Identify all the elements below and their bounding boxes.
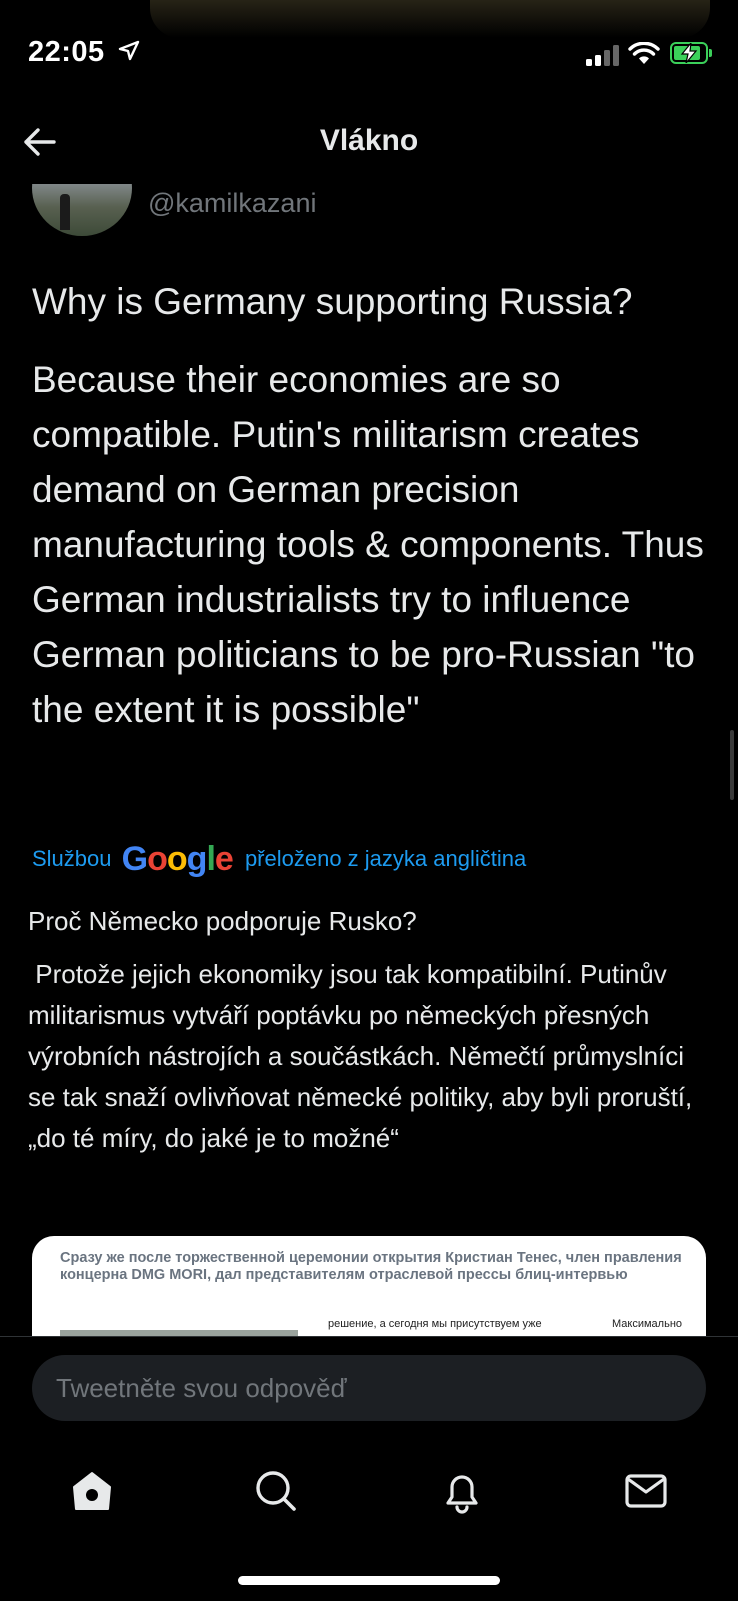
messages-icon[interactable] xyxy=(618,1463,674,1519)
reply-input[interactable] xyxy=(32,1355,706,1421)
nav-header: Vlákno xyxy=(0,100,738,184)
translation-suffix: přeloženo z jazyka angličtina xyxy=(244,846,527,871)
google-logo: Google xyxy=(121,840,234,878)
translation-prefix: Službou xyxy=(32,846,112,871)
bottom-panel xyxy=(0,1336,738,1601)
notification-glow xyxy=(150,0,710,38)
scroll-indicator xyxy=(730,730,734,800)
status-bar: 22:05 xyxy=(0,0,738,100)
notifications-icon[interactable] xyxy=(434,1463,490,1519)
translated-body: Protože jejich ekonomiky jsou tak kompat… xyxy=(28,959,700,1153)
battery-charging-icon xyxy=(670,42,714,66)
tweet-media-image[interactable]: Сразу же после торжественной церемонии о… xyxy=(32,1236,706,1336)
home-icon[interactable] xyxy=(64,1463,120,1519)
translated-question: Proč Německo podporuje Rusko? xyxy=(28,906,417,936)
translation-attribution[interactable]: Službou Google přeloženo z jazyka anglič… xyxy=(32,840,526,879)
media-headline: Сразу же после торжественной церемонии о… xyxy=(60,1250,682,1283)
media-column-text: решение, а сегодня мы присутствуем уже xyxy=(328,1318,542,1330)
status-time: 22:05 xyxy=(28,36,105,68)
tweet-question: Why is Germany supporting Russia? xyxy=(32,281,633,322)
home-indicator[interactable] xyxy=(238,1576,500,1585)
wifi-icon xyxy=(628,42,660,64)
author-handle[interactable]: @kamilkazani xyxy=(148,188,316,219)
tweet-body: Because their economies are so compatibl… xyxy=(32,359,704,730)
page-title: Vlákno xyxy=(319,124,419,157)
cellular-signal-icon xyxy=(586,44,620,66)
media-column-text-2: Максимально xyxy=(612,1318,683,1330)
search-icon[interactable] xyxy=(248,1463,304,1519)
location-arrow-icon xyxy=(118,40,140,61)
